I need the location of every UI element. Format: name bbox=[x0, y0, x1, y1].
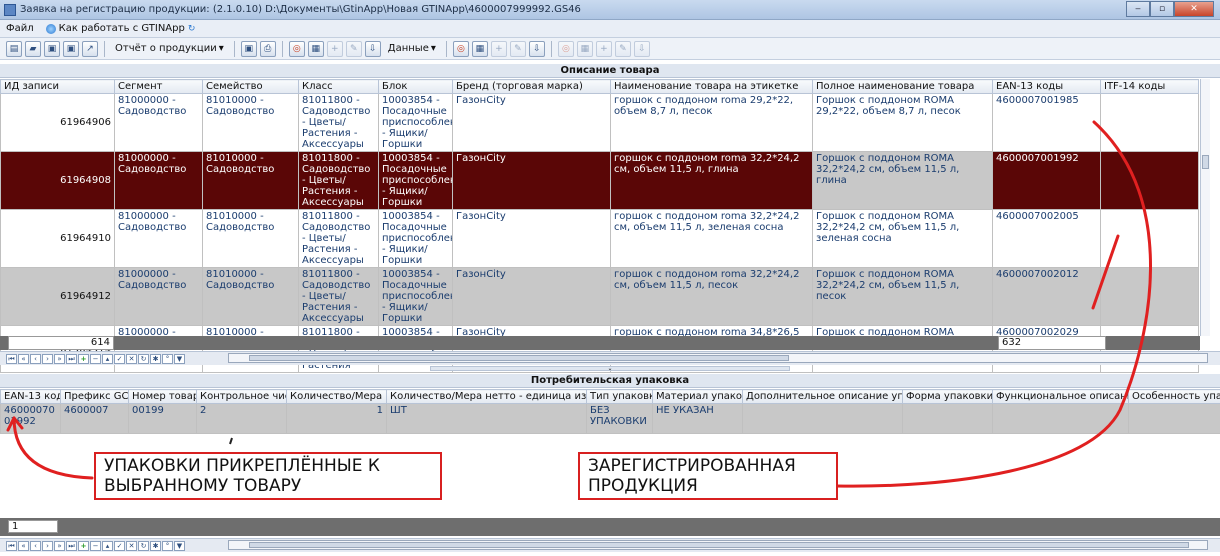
callout-attached-packaging: УПАКОВКИ ПРИКРЕПЛЁННЫЕ К ВЫБРАННОМУ ТОВА… bbox=[94, 452, 442, 500]
tick-mark bbox=[229, 437, 233, 445]
right-annotation-arrow bbox=[834, 120, 1152, 488]
callout-registered-products: ЗАРЕГИСТРИРОВАННАЯ ПРОДУКЦИЯ bbox=[578, 452, 838, 500]
right-annotation-stroke bbox=[1091, 234, 1120, 310]
left-annotation-arrow bbox=[12, 416, 94, 480]
